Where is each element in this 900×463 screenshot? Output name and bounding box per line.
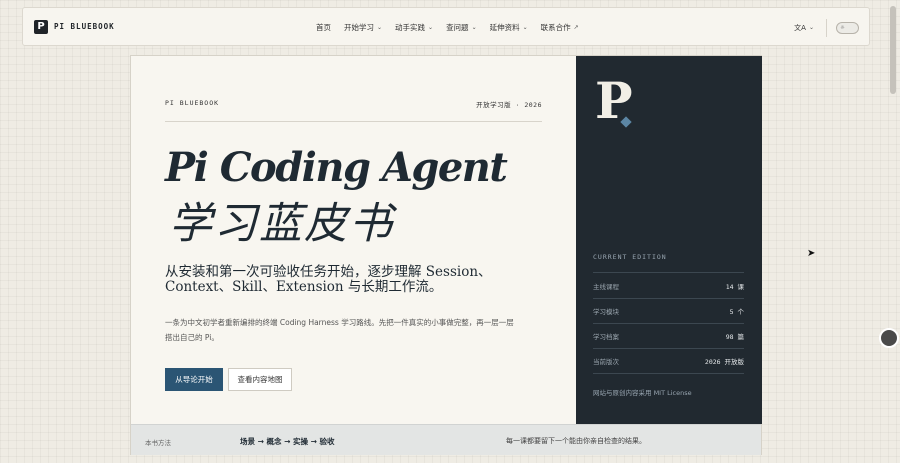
- sun-icon: ☼: [840, 25, 845, 31]
- language-switcher[interactable]: 文A ⌄: [794, 23, 814, 33]
- floating-avatar[interactable]: [879, 328, 899, 348]
- divider: [165, 121, 542, 122]
- page-title-zh: 学习蓝皮书: [169, 199, 394, 249]
- nav-item-hands-on[interactable]: 动手实践 ⌄: [395, 22, 433, 33]
- nav-item-start-learning[interactable]: 开始学习 ⌄: [344, 22, 382, 33]
- nav-item-label: 查问题: [446, 23, 469, 32]
- page-title: Pi Coding Agent: [165, 144, 508, 191]
- stat-label: 学习档案: [593, 333, 619, 341]
- edition-tag: 开放学习版 · 2026: [476, 101, 542, 109]
- hero-subtitle: 从安装和第一次可验收任务开始，逐步理解 Session、Context、Skil…: [165, 264, 492, 295]
- stat-value: 14 课: [725, 283, 744, 291]
- chevron-down-icon: ⌄: [428, 24, 434, 31]
- top-navbar: P PI BLUEBOOK 首页 开始学习 ⌄ 动手实践 ⌄ 查问题 ⌄ 延伸资料 ⌄ …: [22, 7, 870, 46]
- hero-card: PI BLUEBOOK 开放学习版 · 2026 Pi Coding Agent…: [130, 55, 762, 455]
- chevron-down-icon: ⌄: [471, 24, 477, 31]
- stat-label: 学习模块: [593, 308, 619, 316]
- mouse-cursor-icon: ➤: [807, 248, 816, 259]
- edition-label: CURRENT EDITION: [593, 253, 667, 261]
- content-map-button[interactable]: 查看内容地图: [228, 368, 292, 391]
- hero-content: PI BLUEBOOK 开放学习版 · 2026 Pi Coding Agent…: [131, 56, 576, 424]
- brand-name: PI BLUEBOOK: [54, 22, 115, 31]
- method-bar: 本书方法 场景 → 概念 → 实操 → 验收 每一课都要留下一个能由你亲自检查的…: [131, 424, 761, 455]
- license-note: 网站与原创内容采用 MIT License: [593, 389, 692, 397]
- method-note: 每一课都要留下一个能由你亲自检查的结果。: [506, 437, 646, 445]
- stat-row: 学习模块 5 个: [593, 299, 744, 324]
- nav-links: 首页 开始学习 ⌄ 动手实践 ⌄ 查问题 ⌄ 延伸资料 ⌄ 联系合作 ↗: [316, 8, 579, 47]
- start-intro-button[interactable]: 从导论开始: [165, 368, 223, 391]
- stat-label: 当前版次: [593, 358, 619, 366]
- method-steps: 场景 → 概念 → 实操 → 验收: [240, 437, 335, 446]
- nav-item-label: 延伸资料: [489, 23, 520, 32]
- method-label: 本书方法: [145, 439, 171, 447]
- edition-stats: 主线课程 14 课 学习模块 5 个 学习档案 98 篇 当前版次 2026 开…: [593, 274, 744, 374]
- edition-panel: P CURRENT EDITION 主线课程 14 课 学习模块 5 个 学习档…: [576, 56, 762, 424]
- stat-label: 主线课程: [593, 283, 619, 291]
- translate-icon: 文A: [794, 23, 806, 32]
- brand-logo: P: [34, 19, 48, 34]
- nav-item-label: 动手实践: [395, 23, 426, 32]
- nav-item-troubleshoot[interactable]: 查问题 ⌄: [446, 22, 477, 33]
- nav-item-home[interactable]: 首页: [316, 22, 331, 33]
- hero-description: 一条为中文初学者重新编排的终端 Coding Harness 学习路线。先把一件…: [165, 318, 514, 342]
- hero-brand: PI BLUEBOOK: [165, 99, 220, 107]
- chevron-down-icon: ⌄: [522, 24, 528, 31]
- nav-item-label: 联系合作: [540, 23, 571, 32]
- external-link-icon: ↗: [573, 24, 579, 31]
- stat-value: 2026 开放版: [704, 358, 744, 366]
- stat-value: 5 个: [729, 308, 744, 316]
- brand-link[interactable]: P PI BLUEBOOK: [34, 19, 115, 34]
- nav-item-contact[interactable]: 联系合作 ↗: [541, 22, 579, 33]
- nav-item-resources[interactable]: 延伸资料 ⌄: [490, 22, 528, 33]
- stat-row: 主线课程 14 课: [593, 274, 744, 299]
- stat-value: 98 篇: [725, 333, 744, 341]
- nav-item-label: 首页: [316, 23, 331, 32]
- chevron-down-icon: ⌄: [808, 24, 814, 31]
- scrollbar[interactable]: [890, 6, 896, 94]
- divider: [593, 272, 744, 273]
- stat-row: 当前版次 2026 开放版: [593, 349, 744, 374]
- nav-divider: [826, 18, 827, 37]
- stat-row: 学习档案 98 篇: [593, 324, 744, 349]
- nav-right: 文A ⌄ ☼: [794, 8, 859, 47]
- nav-item-label: 开始学习: [344, 23, 374, 32]
- chevron-down-icon: ⌄: [377, 24, 383, 31]
- theme-toggle[interactable]: ☼: [836, 21, 859, 34]
